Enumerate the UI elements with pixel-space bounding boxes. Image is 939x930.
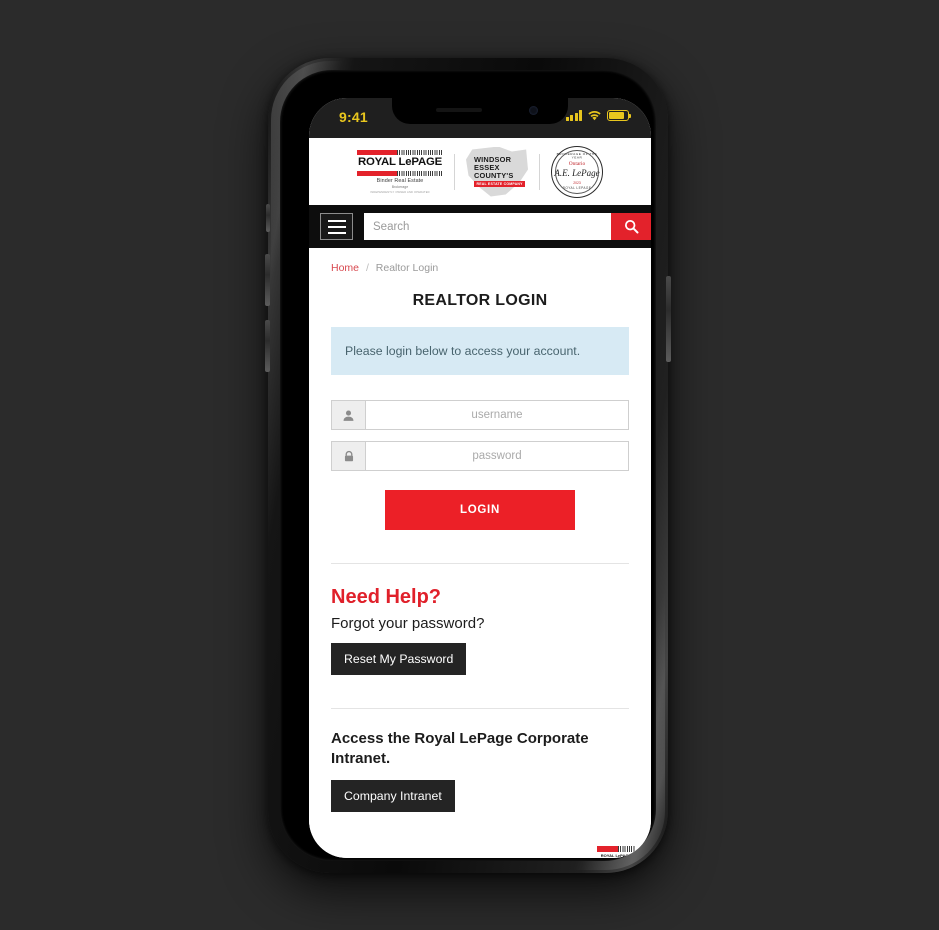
info-alert-message: Please login below to access your accoun… [331, 327, 629, 375]
footer-logo-name: ROYAL LePAGE [600, 852, 632, 858]
search-button[interactable] [611, 213, 651, 240]
web-page: ROYAL LePAGE Binder Real Estate Brokerag… [309, 138, 651, 858]
intranet-title: Access the Royal LePage Corporate Intran… [331, 730, 589, 767]
seal-province-text: Ontario [568, 160, 586, 167]
volume-up-button[interactable] [265, 254, 270, 306]
password-input[interactable] [365, 441, 629, 471]
seal-arc-top-text: BROKERAGE OF THE YEAR [556, 152, 598, 160]
username-input-group [331, 400, 629, 430]
wec-text: WINDSOR ESSEX COUNTY'S [474, 155, 514, 181]
navigation-bar [309, 205, 651, 248]
rlp-bar-bottom [357, 170, 443, 176]
password-input-group [331, 441, 629, 471]
logo-divider-1 [454, 153, 455, 190]
site-logo-header: ROYAL LePAGE Binder Real Estate Brokerag… [309, 138, 651, 205]
reset-password-button[interactable]: Reset My Password [331, 643, 467, 675]
battery-icon [607, 110, 632, 121]
footer-royal-lepage-logo: ROYAL LePAGE [597, 846, 635, 858]
seal-arc-bottom-text: ROYAL LEPAGE [562, 185, 592, 190]
page-content: Home / Realtor Login REALTOR LOGIN Pleas… [309, 248, 651, 812]
screenshot-stage: 9:41 ROYAL LePAGE Binder Real Estate Bro… [0, 0, 939, 930]
search-input[interactable] [364, 213, 611, 240]
login-button[interactable]: LOGIN [385, 490, 575, 530]
earpiece-speaker [436, 108, 482, 112]
wec-line-3: COUNTY'S [474, 171, 514, 181]
search-icon [624, 219, 638, 234]
page-title: REALTOR LOGIN [412, 292, 548, 309]
windsor-essex-logo[interactable]: WINDSOR ESSEX COUNTY'S REAL ESTATE COMPA… [466, 146, 528, 197]
seal-year-text: 2023 [573, 180, 581, 185]
device-notch [392, 98, 568, 124]
silent-switch-button[interactable] [266, 204, 270, 232]
username-input[interactable] [365, 400, 629, 430]
need-help-title: Need Help? [331, 586, 442, 608]
logo-divider-2 [539, 153, 540, 190]
breadcrumb: Home / Realtor Login [331, 248, 629, 284]
user-icon [331, 400, 365, 430]
ae-lepage-seal-logo[interactable]: BROKERAGE OF THE YEAR Ontario A.E. LePag… [551, 145, 603, 198]
front-camera-icon [529, 106, 538, 115]
wifi-icon [588, 111, 601, 121]
divider-1 [331, 563, 629, 564]
breadcrumb-separator: / [365, 262, 369, 274]
volume-down-button[interactable] [265, 320, 270, 372]
rlp-brokerage-type: Brokerage [391, 185, 409, 189]
rlp-brand-name: ROYAL LePAGE [357, 156, 443, 168]
phone-device-frame: 9:41 ROYAL LePAGE Binder Real Estate Bro… [265, 58, 671, 873]
rlp-brokerage-name: Binder Real Estate [376, 178, 424, 184]
footer-logo-bar [597, 846, 635, 852]
status-icons [565, 110, 632, 121]
hamburger-menu-icon[interactable] [320, 213, 353, 240]
company-intranet-button[interactable]: Company Intranet [331, 780, 455, 812]
wec-banner: REAL ESTATE COMPANY [474, 180, 526, 188]
phone-screen: 9:41 ROYAL LePAGE Binder Real Estate Bro… [309, 98, 651, 858]
seal-signature-text: A.E. LePage [554, 167, 600, 178]
breadcrumb-current-page: Realtor Login [375, 262, 439, 274]
divider-2 [331, 708, 629, 709]
rlp-disclaimer: INDEPENDENTLY OWNED AND OPERATED [370, 190, 430, 194]
royal-lepage-logo[interactable]: ROYAL LePAGE Binder Real Estate Brokerag… [357, 149, 443, 194]
rlp-bar-top [357, 149, 443, 155]
cellular-signal-icon [565, 110, 582, 121]
phone-inner-rim: 9:41 ROYAL LePAGE Binder Real Estate Bro… [280, 70, 656, 861]
status-time: 9:41 [339, 109, 368, 125]
status-bar: 9:41 [309, 98, 651, 138]
lock-icon [331, 441, 365, 471]
breadcrumb-home-link[interactable]: Home [331, 262, 359, 274]
forgot-password-text: Forgot your password? [331, 615, 485, 632]
power-button[interactable] [666, 276, 671, 362]
